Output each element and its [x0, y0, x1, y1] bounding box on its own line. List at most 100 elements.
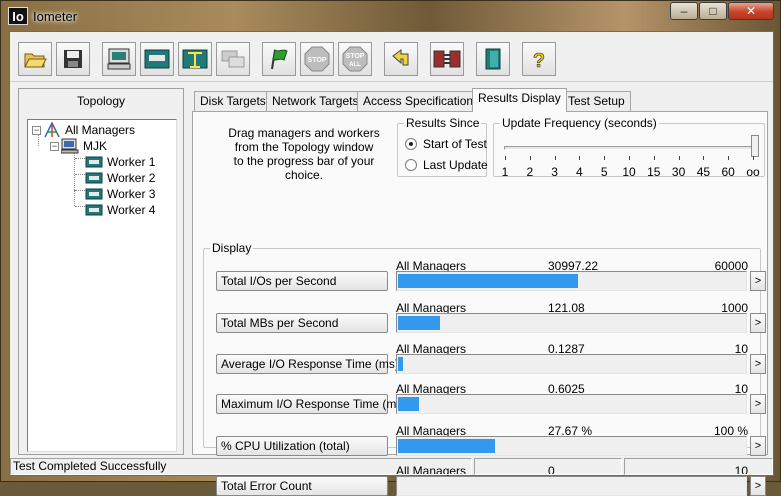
reset-workers-button[interactable] [384, 42, 418, 76]
frequency-tick [505, 156, 506, 160]
drag-instructions: Drag managers and workers from the Topol… [213, 126, 395, 182]
tab-access-specifications[interactable]: Access Specifications [357, 91, 486, 111]
disconnect-button[interactable] [430, 42, 464, 76]
worker-disk-icon [85, 172, 103, 184]
minimize-button[interactable]: – [670, 2, 698, 20]
tree-label-all-managers: All Managers [65, 123, 136, 137]
tab-disk-targets[interactable]: Disk Targets [194, 91, 272, 111]
results-since-group: Results Since Start of Test Last Update [397, 116, 488, 177]
metric-select-button[interactable]: Average I/O Response Time (ms) [216, 354, 399, 374]
metric-arrow-button[interactable]: > [750, 476, 766, 496]
metric-select-button[interactable]: Maximum I/O Response Time (ms) [216, 394, 406, 414]
help-icon: ? [533, 50, 546, 71]
worker-disk-icon [85, 156, 103, 168]
disconnect-icon [433, 50, 461, 68]
iometer-app-icon[interactable]: Io [8, 7, 28, 25]
frequency-tick-label: 60 [721, 165, 735, 179]
tab-test-setup[interactable]: Test Setup [562, 91, 631, 111]
metric-select-button[interactable]: Total Error Count [216, 476, 388, 496]
metric-progress-bar[interactable] [396, 271, 747, 291]
topology-tree[interactable]: − All Managers − MJK Worker 1 Worker 2 W… [27, 119, 177, 452]
tree-item-worker-3[interactable]: Worker 3 [85, 186, 155, 202]
radio-circle-selected[interactable] [405, 138, 417, 150]
frequency-tick [579, 156, 581, 160]
stop-all-icon-text-all: ALL [349, 62, 361, 68]
tree-item-worker-4[interactable]: Worker 4 [85, 202, 155, 218]
exit-icon [485, 48, 501, 70]
frequency-tick-label: 4 [576, 165, 583, 179]
maximize-button[interactable]: □ [699, 2, 727, 20]
frequency-tick-label: 30 [671, 165, 686, 179]
metric-select-button[interactable]: Total MBs per Second [216, 313, 388, 333]
frequency-tick-label: oo [746, 165, 760, 179]
metric-progress-bar[interactable] [396, 436, 747, 456]
title-bar[interactable]: Io Iometer – □ ✕ [1, 1, 780, 31]
status-cell [624, 458, 773, 475]
metric-progress-bar[interactable] [396, 354, 747, 374]
start-tests-button[interactable] [262, 42, 296, 76]
frequency-tick-label: 15 [647, 165, 661, 179]
stop-icon: STOP [304, 46, 330, 72]
results-since-label: Results Since [404, 116, 482, 130]
close-button[interactable]: ✕ [728, 2, 774, 20]
stop-icon-text: STOP [308, 57, 327, 64]
radio-circle[interactable] [405, 159, 417, 171]
tree-item-worker-2[interactable]: Worker 2 [85, 170, 155, 186]
metric-arrow-button[interactable]: > [750, 354, 766, 374]
start-new-manager-button[interactable] [102, 42, 136, 76]
display-group: Display All Managers 30997.22 60000 Total I… [203, 241, 766, 496]
stop-button[interactable]: STOP [300, 42, 334, 76]
save-config-button[interactable] [56, 42, 90, 76]
results-display-panel: Drag managers and workers from the Topol… [192, 111, 768, 496]
metric-arrow-button[interactable]: > [750, 313, 766, 333]
frequency-tick [653, 156, 655, 160]
status-bar: Test Completed Successfully [10, 457, 773, 475]
metric-progress-fill [398, 316, 440, 330]
start-disk-worker-button[interactable] [140, 42, 174, 76]
start-network-worker-button[interactable] [178, 42, 212, 76]
metric-progress-bar[interactable] [396, 313, 747, 333]
collapse-icon[interactable]: − [50, 141, 59, 151]
radio-last-update[interactable]: Last Update [405, 158, 488, 172]
update-frequency-thumb[interactable] [751, 135, 759, 157]
tree-label-worker: Worker 1 [107, 155, 156, 169]
tree-label-worker: Worker 4 [107, 203, 156, 217]
tree-label-manager: MJK [83, 139, 107, 153]
metric-progress-bar[interactable] [396, 476, 747, 496]
frequency-tick-label: 5 [600, 165, 608, 179]
disk-worker-icon [144, 49, 170, 69]
metric-select-button[interactable]: % CPU Utilization (total) [216, 436, 388, 456]
frequency-tick-label: 1 [501, 165, 509, 179]
radio-label: Start of Test [423, 137, 487, 151]
display-label: Display [210, 241, 254, 255]
frequency-tick-label: 10 [622, 165, 636, 179]
help-button[interactable]: ? [522, 42, 556, 76]
tree-label-worker: Worker 3 [107, 187, 156, 201]
open-config-button[interactable] [18, 42, 52, 76]
stop-all-button[interactable]: STOP ALL [338, 42, 372, 76]
update-frequency-label: Update Frequency (seconds) [500, 116, 659, 130]
update-frequency-track[interactable] [504, 146, 756, 150]
metric-arrow-button[interactable]: > [750, 436, 766, 456]
frequency-tick-label: 3 [551, 165, 558, 179]
collapse-icon[interactable]: − [32, 125, 41, 135]
window-title: Iometer [33, 9, 78, 24]
frequency-tick-label: 2 [526, 165, 534, 179]
status-cell [474, 458, 622, 475]
radio-start-of-test[interactable]: Start of Test [405, 137, 487, 151]
tree-item-all-managers[interactable]: − All Managers [32, 122, 135, 138]
metric-arrow-button[interactable]: > [750, 394, 766, 414]
metric-progress-bar[interactable] [396, 394, 747, 414]
duplicate-worker-button[interactable] [216, 42, 250, 76]
tree-item-manager[interactable]: − MJK [50, 138, 107, 154]
tab-results-display[interactable]: Results Display [472, 88, 567, 112]
exit-button[interactable] [476, 42, 510, 76]
tab-network-targets[interactable]: Network Targets [266, 91, 365, 111]
metric-select-button[interactable]: Total I/Os per Second [216, 271, 388, 291]
metric-arrow-button[interactable]: > [750, 271, 766, 291]
frequency-tick [678, 156, 680, 160]
worker-disk-icon [85, 188, 103, 200]
metric-progress-fill [398, 274, 578, 288]
open-folder-icon [24, 53, 47, 68]
tree-item-worker-1[interactable]: Worker 1 [85, 154, 155, 170]
